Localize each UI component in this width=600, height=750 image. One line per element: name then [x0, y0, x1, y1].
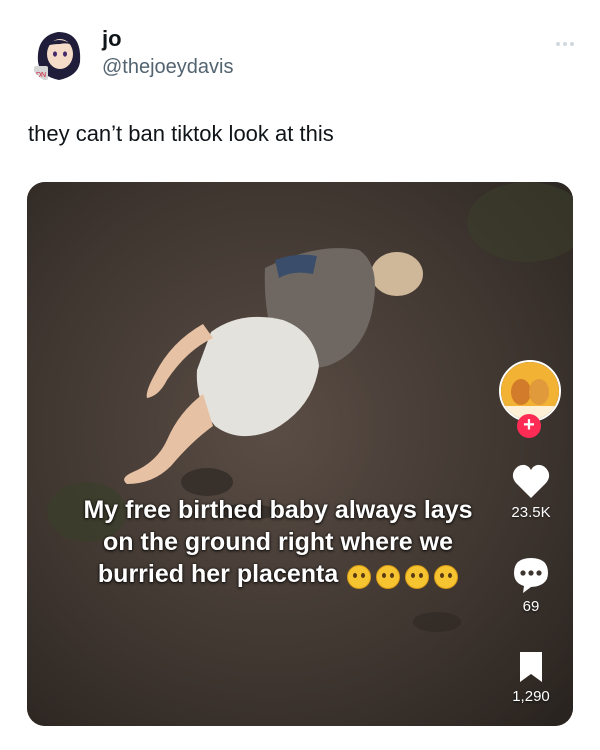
save-action[interactable]: 1,290: [491, 650, 571, 706]
pleading-face-emoji: [434, 564, 459, 589]
video-caption: My free birthed baby always lays on the …: [83, 494, 473, 591]
save-count: 1,290: [512, 688, 550, 705]
svg-text:DN: DN: [36, 72, 46, 79]
user-avatar[interactable]: DN: [28, 22, 90, 84]
like-action[interactable]: 23.5K: [491, 464, 571, 522]
video-frame: [27, 182, 573, 726]
comment-count: 69: [522, 598, 540, 615]
creator-avatar[interactable]: [499, 360, 561, 422]
caption-emojis: [347, 559, 459, 591]
comment-icon[interactable]: [511, 556, 551, 594]
user-handle[interactable]: @thejoeydavis: [102, 54, 233, 80]
pleading-face-emoji: [405, 564, 430, 589]
tweet-header: DN jo @thejoeydavis: [24, 22, 576, 88]
plus-icon[interactable]: +: [517, 414, 541, 438]
crying-face-emoji: [376, 564, 401, 589]
more-horizontal-icon[interactable]: [554, 36, 576, 46]
display-name[interactable]: jo: [102, 26, 233, 52]
bookmark-icon[interactable]: [516, 650, 546, 684]
like-count: 23.5K: [511, 504, 551, 521]
video-media[interactable]: My free birthed baby always lays on the …: [27, 182, 573, 726]
tweet-text: they can’t ban tiktok look at this: [28, 121, 334, 146]
crying-face-emoji: [347, 564, 372, 589]
heart-icon[interactable]: [511, 464, 551, 500]
comment-action[interactable]: 69: [491, 556, 571, 616]
